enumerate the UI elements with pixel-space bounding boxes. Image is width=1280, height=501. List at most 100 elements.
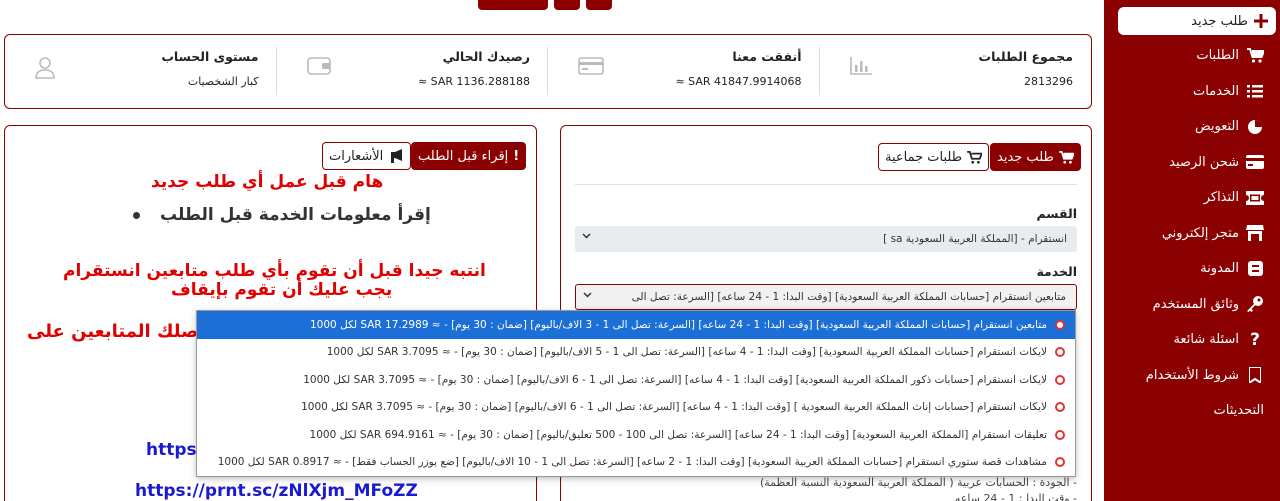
notifications-button[interactable]: الأشعارات <box>322 142 412 170</box>
sidebar-new-order-button[interactable]: طلب جديد <box>1118 7 1276 35</box>
service-option-text: مشاهدات قصة ستوري انستقرام [حسابات الممل… <box>217 456 1047 469</box>
warning-line-2: يجب عليك أن تقوم بإيقاف <box>171 280 393 300</box>
cart-icon <box>1246 47 1264 65</box>
sidebar-item-label: متجر إلكتروني <box>1161 225 1239 241</box>
service-option[interactable]: لايكات انستقرام [حسابات إناث المملكة الع… <box>197 394 1075 422</box>
sidebar-item-label: شحن الرصيد <box>1169 154 1239 170</box>
bullet-dot <box>133 211 140 219</box>
stat-value: 2813296 <box>1024 75 1073 88</box>
sidebar-item-updates[interactable]: التحديثات <box>1104 393 1280 429</box>
divider <box>575 184 1077 185</box>
service-option-text: لايكات انستقرام [حسابات ذكور المملكة الع… <box>303 373 1047 386</box>
sidebar-item-label: الطلبات <box>1196 48 1239 64</box>
service-option-text: متابعين انستقرام [حسابات المملكة العربية… <box>310 318 1047 331</box>
sidebar-item-label: المدونة <box>1200 261 1239 277</box>
stat-value: SAR 41847.9914068 ≈ <box>675 75 802 88</box>
service-option-text: لايكات انستقرام [حسابات إناث المملكة الع… <box>301 401 1047 414</box>
bookmark-icon <box>1246 366 1264 384</box>
category-label: القسم <box>1036 206 1078 221</box>
service-select[interactable]: متابعين انستقرام [حسابات المملكة العربية… <box>575 284 1077 310</box>
bar-chart-icon <box>849 57 872 75</box>
circle-icon <box>1055 457 1065 468</box>
sidebar-item-user-docs[interactable]: وثائق المستخدم <box>1104 287 1280 323</box>
sidebar-new-order-label: طلب جديد <box>1191 13 1248 29</box>
money-icon <box>578 57 604 75</box>
stat-title: مجموع الطلبات <box>978 49 1073 64</box>
service-select-value: متابعين انستقرام [حسابات المملكة العربية… <box>631 291 1066 303</box>
pie-icon <box>1246 118 1264 136</box>
top-stub-button[interactable] <box>586 0 612 10</box>
blog-icon <box>1246 260 1264 278</box>
category-select[interactable]: انستقرام - [المملكة العربية السعودية sa … <box>575 226 1077 252</box>
ticket-icon <box>1246 189 1264 207</box>
warning-line-1: انتبه جيدا قبل أن تقوم بأي طلب متابعين ا… <box>63 261 486 281</box>
user-icon <box>35 57 55 79</box>
sidebar-item-store[interactable]: متجر إلكتروني <box>1104 216 1280 252</box>
sidebar-item-label: شروط الأستخدام <box>1145 367 1239 383</box>
stat-total-orders: مجموع الطلبات 2813296 <box>820 35 1092 108</box>
sidebar-item-orders[interactable]: الطلبات <box>1104 38 1280 74</box>
info-bullet: إقرأ معلومات الخدمة قبل الطلب <box>133 205 431 225</box>
sidebar-menu: الطلبات الخدمات التعويض شحن الرصيد التذا… <box>1104 38 1280 429</box>
service-option[interactable]: مشاهدات قصة ستوري انستقرام [حسابات الممل… <box>197 449 1075 477</box>
sidebar-item-label: التعويض <box>1194 119 1239 135</box>
description-line-1: - الجودة : الحسابات عربية ( المملكة العر… <box>759 476 1077 489</box>
service-option-text: لايكات انستقرام [حسابات المملكة العربية … <box>326 346 1047 359</box>
stat-balance: رصيدك الحالي SAR 1136.288188 ≈ <box>277 35 549 108</box>
sidebar-item-label: التذاكر <box>1203 190 1239 206</box>
service-label: الخدمة <box>1036 264 1077 279</box>
service-option[interactable]: متابعين انستقرام [حسابات المملكة العربية… <box>197 311 1075 339</box>
cart-icon <box>1058 150 1074 164</box>
service-option[interactable]: لايكات انستقرام [حسابات المملكة العربية … <box>197 339 1075 367</box>
store-icon <box>1246 224 1264 242</box>
stat-total-spent: أنفقت معنا SAR 41847.9914068 ≈ <box>548 35 820 108</box>
key-icon <box>1246 295 1264 313</box>
new-order-tab-button[interactable]: طلب جديد <box>990 143 1081 171</box>
top-stub-button[interactable] <box>554 0 580 10</box>
circle-icon <box>1055 319 1065 330</box>
circle-icon <box>1055 347 1065 358</box>
top-stub-button[interactable] <box>478 0 548 10</box>
service-option[interactable]: لايكات انستقرام [حسابات ذكور المملكة الع… <box>197 366 1075 394</box>
important-heading: هام قبل عمل أي طلب جديد <box>151 172 384 192</box>
chevron-down-icon <box>583 292 592 298</box>
circle-icon <box>1055 402 1065 413</box>
sidebar-item-topup[interactable]: شحن الرصيد <box>1104 145 1280 181</box>
sidebar-item-blog[interactable]: المدونة <box>1104 251 1280 287</box>
list-icon <box>1246 82 1264 100</box>
credit-card-icon <box>1246 153 1264 171</box>
description-line-2: - وقت البدا : 1 - 24 ساعه <box>954 492 1077 501</box>
question-icon: ? <box>1250 329 1260 350</box>
screenshot-link[interactable]: https://prnt.sc/zNlXjm_MFoZZ <box>135 481 418 501</box>
bulk-orders-button[interactable]: طلبات جماعية <box>878 143 990 171</box>
sidebar-item-terms[interactable]: شروط الأستخدام <box>1104 358 1280 394</box>
cart-plus-icon <box>967 150 983 164</box>
chevron-down-icon <box>582 233 591 239</box>
circle-icon <box>1055 374 1065 385</box>
bullet-text: إقرأ معلومات الخدمة قبل الطلب <box>160 205 431 225</box>
exclamation-icon: ! <box>513 148 520 164</box>
stat-account-level: مستوى الحساب كبار الشخصيات <box>5 35 277 108</box>
service-option[interactable]: تعليقات انستقرام [المملكة العربية السعود… <box>197 421 1075 449</box>
sidebar-item-label: وثائق المستخدم <box>1152 296 1239 312</box>
sidebar-item-tickets[interactable]: التذاكر <box>1104 180 1280 216</box>
sidebar-item-compensation[interactable]: التعويض <box>1104 109 1280 145</box>
circle-icon <box>1055 429 1065 440</box>
megaphone-icon <box>388 149 404 163</box>
bulk-orders-label: طلبات جماعية <box>885 149 963 165</box>
warning-line-3: وصلك المتابعين على <box>27 321 210 342</box>
sidebar-item-services[interactable]: الخدمات <box>1104 74 1280 110</box>
stat-title: مستوى الحساب <box>161 49 259 64</box>
stat-value: كبار الشخصيات <box>187 75 259 88</box>
read-before-order-button[interactable]: ! إقراء قبل الطلب <box>411 142 527 170</box>
wallet-icon <box>306 57 331 75</box>
top-toolbar-stubs <box>478 0 612 10</box>
sidebar: طلب جديد الطلبات الخدمات التعويض شحن الر… <box>1104 0 1280 501</box>
service-dropdown-list: متابعين انستقرام [حسابات المملكة العربية… <box>196 310 1076 477</box>
sidebar-item-label: التحديثات <box>1213 403 1264 419</box>
stat-value: SAR 1136.288188 ≈ <box>417 75 530 88</box>
sidebar-item-faq[interactable]: ? اسئلة شائعة <box>1104 322 1280 358</box>
new-order-tab-label: طلب جديد <box>997 149 1054 165</box>
partial-link[interactable]: https: <box>146 440 203 460</box>
sidebar-item-label: اسئلة شائعة <box>1173 332 1239 348</box>
